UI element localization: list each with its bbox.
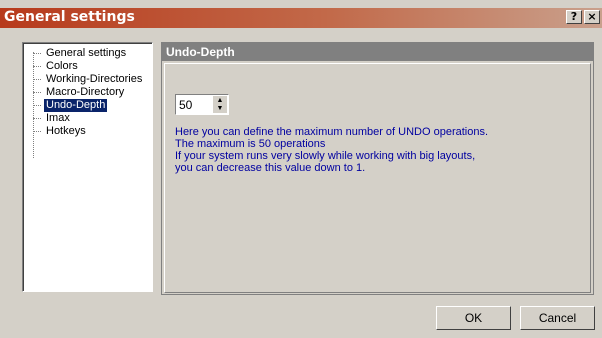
cancel-button[interactable]: Cancel bbox=[520, 306, 595, 330]
tree-branch bbox=[33, 66, 41, 67]
settings-dialog: General settings ? × General settings Co… bbox=[0, 0, 602, 338]
description-line: If your system runs very slowly while wo… bbox=[175, 150, 476, 162]
undo-depth-spinner[interactable]: 50 ▲ ▼ bbox=[175, 94, 229, 115]
settings-tree[interactable]: General settings Colors Working-Director… bbox=[22, 42, 153, 292]
description-line: Here you can define the maximum number o… bbox=[175, 126, 489, 138]
tree-branch bbox=[33, 105, 41, 106]
title-bar[interactable]: General settings ? × bbox=[0, 8, 602, 28]
description-line: The maximum is 50 operations bbox=[175, 138, 326, 150]
tree-item-label: Colors bbox=[46, 60, 78, 72]
spin-up-icon[interactable]: ▲ bbox=[215, 97, 225, 104]
window-title: General settings bbox=[4, 9, 135, 25]
tree-branch bbox=[33, 118, 41, 119]
tree-item-label: Undo-Depth bbox=[44, 99, 108, 112]
tree-branch bbox=[33, 131, 41, 132]
tree-item-label: Imax bbox=[46, 112, 70, 124]
undo-depth-value[interactable]: 50 bbox=[179, 98, 192, 112]
tree-item-label: General settings bbox=[46, 47, 127, 59]
description-line: you can decrease this value down to 1. bbox=[175, 162, 366, 174]
ok-button[interactable]: OK bbox=[436, 306, 511, 330]
tree-branch bbox=[33, 92, 41, 93]
ok-button-label: OK bbox=[464, 311, 483, 325]
settings-tree-frame: General settings Colors Working-Director… bbox=[23, 43, 152, 291]
cancel-button-label: Cancel bbox=[538, 311, 577, 325]
tree-branch bbox=[33, 79, 41, 80]
tree-item-label: Macro-Directory bbox=[46, 86, 125, 98]
close-button[interactable]: × bbox=[584, 10, 600, 24]
spinner-buttons[interactable]: ▲ ▼ bbox=[213, 96, 227, 113]
panel-header: Undo-Depth bbox=[161, 43, 594, 61]
tree-branch bbox=[33, 53, 41, 54]
tree-item-label: Working-Directories bbox=[46, 73, 143, 85]
tree-item-label: Hotkeys bbox=[46, 125, 86, 137]
help-button[interactable]: ? bbox=[566, 10, 582, 24]
spin-down-icon[interactable]: ▼ bbox=[215, 105, 225, 112]
